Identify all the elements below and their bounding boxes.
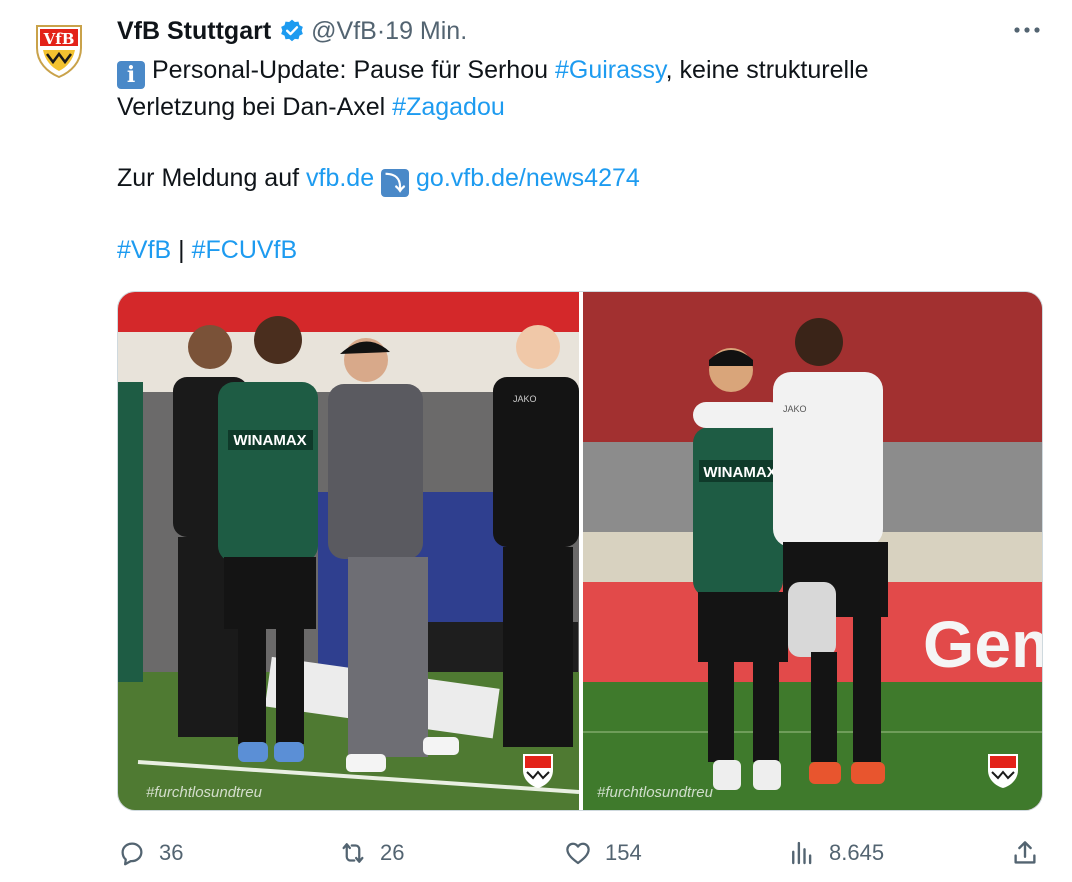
- text-segment: , keine strukturelle: [665, 56, 869, 84]
- header-separator: ·: [376, 16, 386, 45]
- photo-left[interactable]: WINAMAX JAKO #furchtlosundtreu: [118, 292, 579, 810]
- more-icon: [1014, 27, 1040, 33]
- watermark-text-right: #furchtlosundtreu: [597, 784, 714, 801]
- avatar[interactable]: VfB: [31, 22, 87, 79]
- media-grid: WINAMAX JAKO #furchtlosundtreu Ge WINAMA…: [117, 291, 1043, 811]
- tweet-line-2: Verletzung bei Dan-Axel #Zagadou: [117, 89, 505, 125]
- arrow-down-emoji-icon: ⤵: [381, 169, 410, 197]
- board-text: Gem: [923, 607, 1043, 681]
- tweet-line-4: #VfB | #FCUVfB: [117, 232, 297, 268]
- reply-button[interactable]: 36: [117, 838, 183, 868]
- reply-count: 36: [159, 840, 184, 865]
- verified-icon: [281, 19, 303, 42]
- hashtag-vfb[interactable]: #VfB: [117, 236, 171, 264]
- author-name[interactable]: VfB Stuttgart: [117, 17, 271, 46]
- repost-icon: [342, 843, 364, 863]
- like-button[interactable]: 154: [563, 838, 642, 868]
- hashtag-zagadou[interactable]: #Zagadou: [392, 93, 505, 121]
- tweet-header: VfB Stuttgart @VfB · 19 Min.: [117, 14, 467, 48]
- tweet-line-1: i Personal-Update: Pause für Serhou #Gui…: [117, 52, 869, 89]
- hashtag-guirassy[interactable]: #Guirassy: [555, 56, 666, 84]
- share-button[interactable]: [1010, 838, 1052, 868]
- text-segment: Zur Meldung auf: [117, 164, 306, 192]
- vfb-logo-icon: VfB: [36, 25, 82, 79]
- views-count: 8.645: [829, 840, 885, 865]
- text-segment: Personal-Update: Pause für Serhou: [145, 56, 555, 84]
- link-vfb-de[interactable]: vfb.de: [306, 164, 374, 192]
- author-handle[interactable]: @VfB: [311, 17, 377, 46]
- kit-text-right: JAKO: [783, 404, 807, 414]
- tweet-line-3: Zur Meldung auf vfb.de ⤵ go.vfb.de/news4…: [117, 160, 640, 197]
- repost-button[interactable]: 26: [338, 838, 404, 868]
- like-icon: [566, 842, 590, 865]
- watermark-text: #furchtlosundtreu: [146, 784, 263, 801]
- share-icon: [1014, 841, 1036, 864]
- kit-text: JAKO: [513, 394, 537, 404]
- views-button[interactable]: 8.645: [787, 838, 884, 868]
- shirt-text-right: WINAMAX: [703, 464, 776, 481]
- tweet-time[interactable]: 19 Min.: [385, 17, 467, 46]
- photo-right[interactable]: Gem WINAMAX JAKO: [583, 292, 1043, 810]
- svg-text:VfB: VfB: [43, 30, 75, 48]
- like-count: 154: [605, 840, 642, 865]
- views-icon: [792, 841, 812, 865]
- shirt-text: WINAMAX: [233, 432, 306, 449]
- hashtag-fcuvfb[interactable]: #FCUVfB: [192, 236, 298, 264]
- link-news[interactable]: go.vfb.de/news4274: [416, 164, 640, 192]
- info-emoji-icon: i: [117, 61, 145, 89]
- more-button[interactable]: [1011, 18, 1043, 42]
- text-segment: Verletzung bei Dan-Axel: [117, 93, 393, 121]
- repost-count: 26: [380, 840, 405, 865]
- reply-icon: [121, 842, 143, 866]
- text-segment: |: [171, 236, 192, 264]
- action-bar: 36 26 154 8.645: [0, 838, 1072, 868]
